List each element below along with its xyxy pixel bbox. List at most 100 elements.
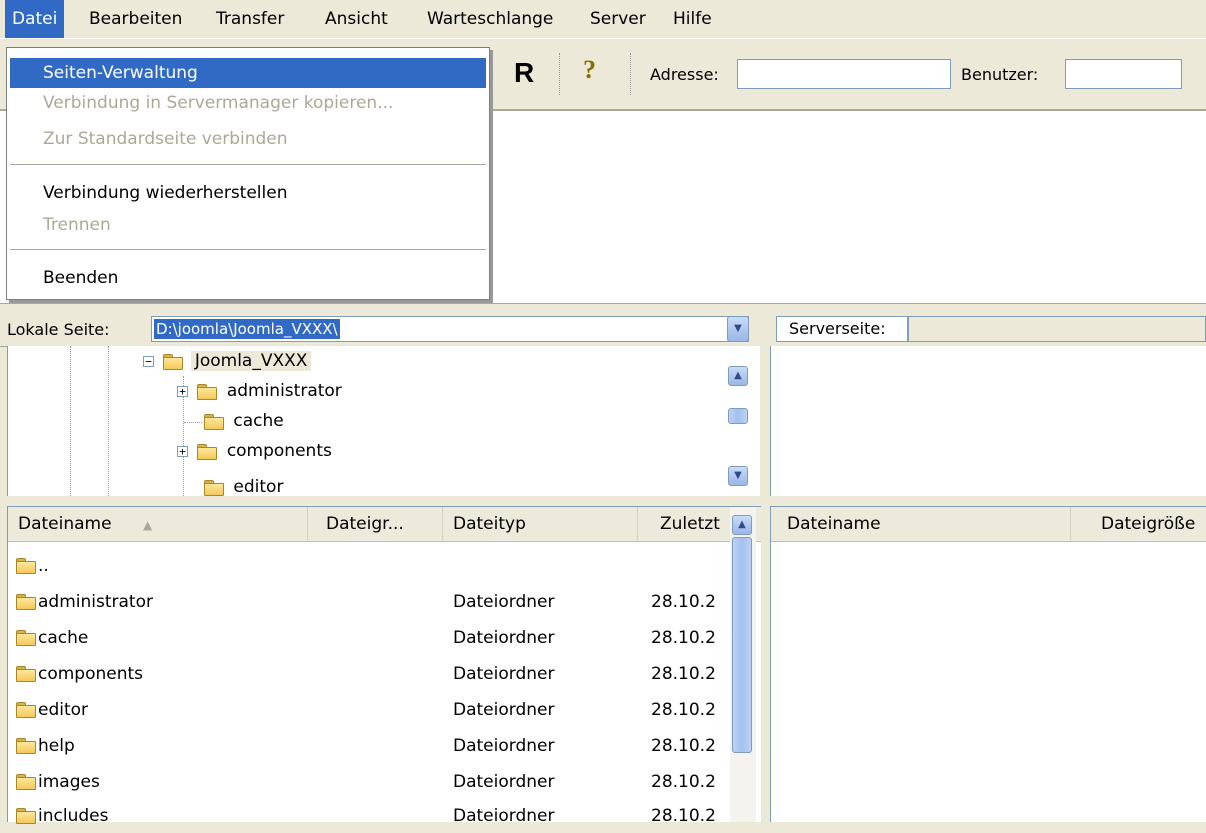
menu-item-reconnect[interactable]: Verbindung wiederherstellen [10,178,486,208]
tree-line [70,346,71,496]
server-site-label: Serverseite: [776,316,908,342]
tree-item-label: Joomla_VXXX [190,351,312,371]
scroll-up-icon[interactable]: ▲ [732,515,752,535]
file-type: Dateiordner [453,806,555,826]
folder-icon [197,443,218,460]
tree-item-label: administrator [226,381,342,401]
local-site-label: Lokale Seite: [7,320,110,339]
remote-path-bar: Serverseite: [770,312,1206,347]
column-header-modified[interactable]: Zuletzt [638,507,728,541]
folder-icon [16,738,36,754]
tree-item-label: editor [233,477,284,496]
plus-expander-icon[interactable]: + [177,385,188,397]
file-type: Dateiordner [453,628,555,648]
reconnect-button[interactable]: R [514,57,534,89]
remote-path-combo[interactable] [908,316,1206,342]
tree-item-label: components [226,441,332,461]
tree-item[interactable]: − Joomla_VXXX [143,346,312,376]
tree-item[interactable]: + administrator [177,376,342,406]
folder-icon [204,479,224,496]
menu-separator [10,164,486,165]
remote-tree[interactable] [770,346,1206,496]
tree-scroll-thumb[interactable] [728,408,748,424]
menu-separator [10,249,486,250]
local-tree[interactable]: − Joomla_VXXX + administrator cache + co… [7,346,760,496]
column-header-name[interactable]: Dateiname ▲ [8,507,308,541]
help-icon[interactable]: ? [583,55,596,85]
toolbar-separator [559,53,561,95]
file-type: Dateiordner [453,700,555,720]
user-label: Benutzer: [961,65,1039,84]
folder-icon [16,666,36,682]
column-header-type[interactable]: Dateityp [443,507,638,541]
remote-file-list[interactable]: Dateiname Dateigröße [770,506,1206,822]
file-name: includes [38,806,109,826]
column-label: Dateiname [18,514,112,534]
file-type: Dateiordner [453,772,555,792]
file-type: Dateiordner [453,736,555,756]
folder-icon [16,702,36,718]
menu-server[interactable]: Server [583,0,653,38]
address-label: Adresse: [650,65,719,84]
file-modified: 28.10.2 [651,664,716,684]
column-header-size[interactable]: Dateigr... [308,507,443,541]
menu-bearbeiten[interactable]: Bearbeiten [82,0,189,38]
tree-item[interactable]: + components [177,436,332,466]
local-file-list[interactable]: Dateiname ▲ Dateigr... Dateityp Zuletzt … [7,506,761,826]
menu-item-site-manager[interactable]: Seiten-Verwaltung [10,58,486,88]
scroll-up-icon[interactable]: ▲ [728,366,748,386]
vertical-splitter[interactable] [761,312,769,821]
menu-item-copy-to-site-manager[interactable]: Verbindung in Servermanager kopieren... [10,88,486,118]
menu-datei[interactable]: Datei [5,0,65,38]
menu-ansicht[interactable]: Ansicht [318,0,395,38]
file-name: editor [38,700,89,720]
file-name: administrator [38,592,153,612]
toolbar-separator [490,53,492,95]
menu-item-exit[interactable]: Beenden [10,263,486,293]
menu-warteschlange[interactable]: Warteschlange [420,0,560,38]
minus-expander-icon[interactable]: − [143,355,154,367]
file-name: cache [38,628,89,648]
menu-item-connect-default-site[interactable]: Zur Standardseite verbinden [10,124,486,154]
address-input[interactable] [737,59,951,89]
menu-hilfe[interactable]: Hilfe [666,0,719,38]
file-name: components [38,664,144,684]
file-name: images [38,772,100,792]
file-type: Dateiordner [453,592,555,612]
folder-icon [16,630,36,646]
file-menu-dropdown: Seiten-Verwaltung Verbindung in Serverma… [6,47,490,300]
menu-transfer[interactable]: Transfer [209,0,291,38]
scroll-down-icon[interactable]: ▼ [728,466,748,486]
sort-arrow-icon: ▲ [142,518,153,532]
tree-item[interactable]: editor [204,472,283,496]
tree-item[interactable]: cache [204,406,284,436]
list-scroll-thumb[interactable] [732,537,752,753]
menu-bar: Datei Bearbeiten Transfer Ansicht Wartes… [0,0,1206,39]
file-modified: 28.10.2 [651,700,716,720]
menu-item-disconnect[interactable]: Trennen [10,210,486,240]
tree-line [108,346,109,496]
tree-line [184,422,202,423]
folder-icon [197,383,218,400]
chevron-down-icon[interactable]: ▼ [727,316,749,342]
column-header-size[interactable]: Dateigröße [1071,507,1206,541]
local-path-bar: Lokale Seite: D:\joomla\Joomla_VXXX\ ▼ [0,312,760,347]
file-modified: 28.10.2 [651,592,716,612]
file-modified: 28.10.2 [651,772,716,792]
file-name: help [38,736,75,756]
plus-expander-icon[interactable]: + [177,445,188,457]
folder-icon [16,558,36,574]
tree-item-label: cache [233,411,284,431]
folder-icon [16,594,36,610]
local-list-header: Dateiname ▲ Dateigr... Dateityp Zuletzt [8,507,761,542]
file-modified: 28.10.2 [651,736,716,756]
file-name: .. [38,556,49,576]
local-path-value: D:\joomla\Joomla_VXXX\ [154,319,340,339]
file-modified: 28.10.2 [651,806,716,826]
file-type: Dateiordner [453,664,555,684]
folder-icon [16,774,36,790]
local-path-combo[interactable]: D:\joomla\Joomla_VXXX\ [151,316,749,342]
toolbar-separator [630,53,632,95]
user-input[interactable] [1065,59,1182,89]
column-header-name[interactable]: Dateiname [771,507,1071,541]
